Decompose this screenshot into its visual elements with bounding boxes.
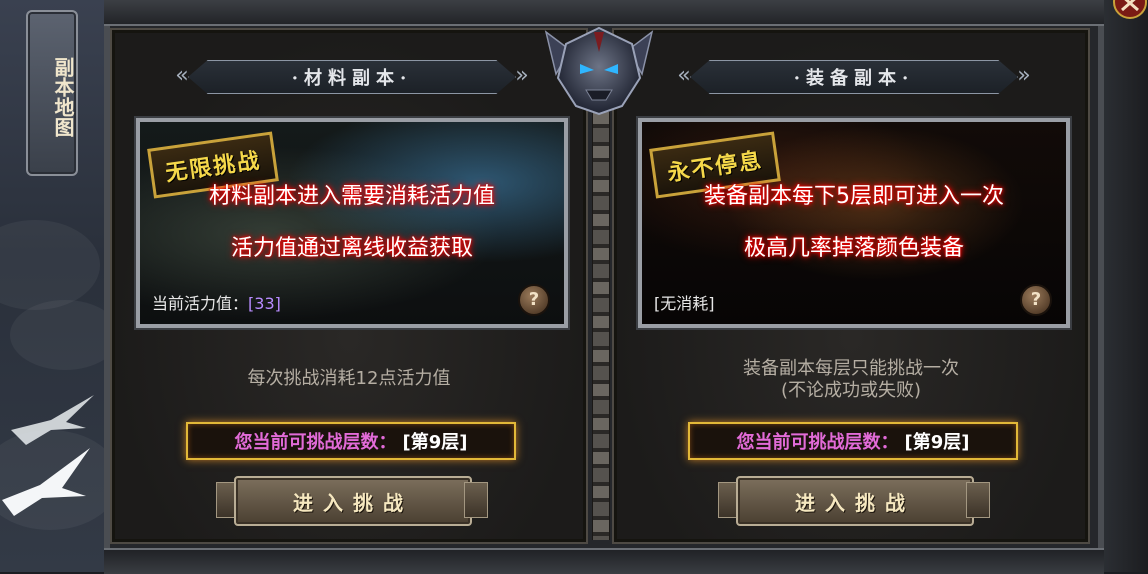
help-icon[interactable]: ? [1020,284,1052,316]
enter-challenge-button[interactable]: 进入挑战 [234,476,472,526]
material-dungeon-title: ·材料副本· [291,68,413,89]
header-arrow-icon: » [1017,63,1031,88]
scene-description-line: 极高几率掉落颜色装备 [743,236,964,261]
left-decor-strip: 副本地图 [0,0,104,572]
stamina-readout: 当前活力值：[33] [152,290,281,314]
frame-bottom-border [104,548,1104,574]
equipment-dungeon-scene: 永不停息 装备副本每下5层即可进入一次 极高几率掉落颜色装备 [无消耗] ? [638,118,1070,328]
equipment-dungeon-header: ·装备副本· [690,60,1018,94]
current-stage-box: 您当前可挑战层数： [第9层] [186,422,516,460]
rule-info-subtext: (不论成功或失败) [780,380,922,401]
help-icon[interactable]: ? [518,284,550,316]
header-arrow-icon: » [515,63,529,88]
header-arrow-icon: « [677,63,691,88]
stamina-label: 当前活力值： [152,294,249,313]
stamina-value: [33] [248,294,281,313]
equipment-dungeon-title: ·装备副本· [793,68,915,89]
header-arrow-icon: « [175,63,189,88]
center-chain-divider [592,60,610,540]
demon-mask-emblem-icon [544,26,654,116]
equipment-dungeon-panel: « ·装备副本· » 永不停息 装备副本每下5层即可进入一次 极高几率掉落颜色装… [612,28,1090,544]
stage-value: [第9层] [904,432,970,453]
dungeon-map-tab-label: 副本地图 [51,57,75,137]
scene-description-line: 活力值通过离线收益获取 [230,236,473,261]
button-ornament [966,482,990,518]
frame-right-edge [1104,0,1148,572]
enter-challenge-label: 进入挑战 [293,490,413,515]
stage-label: 您当前可挑战层数： [234,432,397,453]
close-button[interactable] [1100,0,1148,24]
no-cost-label: [无消耗] [654,294,715,313]
stage-label: 您当前可挑战层数： [736,432,899,453]
scene-description-line: 材料副本进入需要消耗活力值 [208,184,495,209]
cost-info-text: 每次挑战消耗12点活力值 [247,368,451,389]
material-dungeon-header: ·材料副本· [188,60,516,94]
cost-readout: [无消耗] [654,290,715,314]
enter-challenge-label: 进入挑战 [795,490,915,515]
close-icon [1113,0,1147,19]
button-ornament [464,482,488,518]
cloud-decor [0,220,100,310]
material-dungeon-panel: « ·材料副本· » 无限挑战 材料副本进入需要消耗活力值 活力值通过离线收益获… [110,28,588,544]
stage-value: [第9层] [402,432,468,453]
scene-description-line: 装备副本每下5层即可进入一次 [704,184,1004,209]
cloud-decor [10,300,104,370]
dungeon-map-tab[interactable]: 副本地图 [26,10,78,176]
enter-challenge-button[interactable]: 进入挑战 [736,476,974,526]
material-dungeon-scene: 无限挑战 材料副本进入需要消耗活力值 活力值通过离线收益获取 当前活力值：[33… [136,118,568,328]
crane-icon [2,448,90,516]
current-stage-box: 您当前可挑战层数： [第9层] [688,422,1018,460]
